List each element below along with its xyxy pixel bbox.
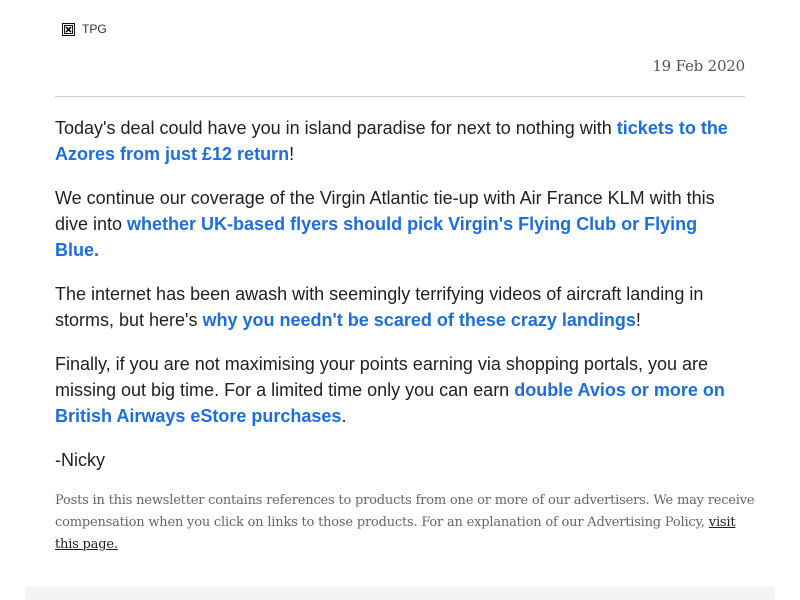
header-divider [55,96,745,97]
paragraph-text: Today's deal could have you in island pa… [55,118,617,138]
paragraph-shopping-portals: Finally, if you are not maximising your … [55,351,745,429]
advertiser-disclaimer: Posts in this newsletter contains refere… [55,490,755,556]
logo[interactable]: TPG [62,21,107,37]
paragraph-azores-deal: Today's deal could have you in island pa… [55,115,745,167]
disclaimer-text: Posts in this newsletter contains refere… [55,493,755,530]
broken-image-icon [62,22,75,36]
newsletter-date: 19 Feb 2020 [652,57,745,75]
newsletter-body: Today's deal could have you in island pa… [55,115,745,491]
paragraph-virgin-coverage: We continue our coverage of the Virgin A… [55,185,745,263]
link-flying-club-vs-flying-blue[interactable]: whether UK-based flyers should pick Virg… [55,214,697,260]
logo-alt-text: TPG [82,22,107,36]
paragraph-text: ! [289,144,295,164]
paragraph-text: ! [635,310,641,330]
link-crazy-landings[interactable]: why you needn't be scared of these crazy… [203,310,636,330]
paragraph-text: . [341,406,347,426]
paragraph-storm-landings: The internet has been awash with seeming… [55,281,745,333]
signature: -Nicky [55,450,105,470]
footer-band [25,587,775,600]
